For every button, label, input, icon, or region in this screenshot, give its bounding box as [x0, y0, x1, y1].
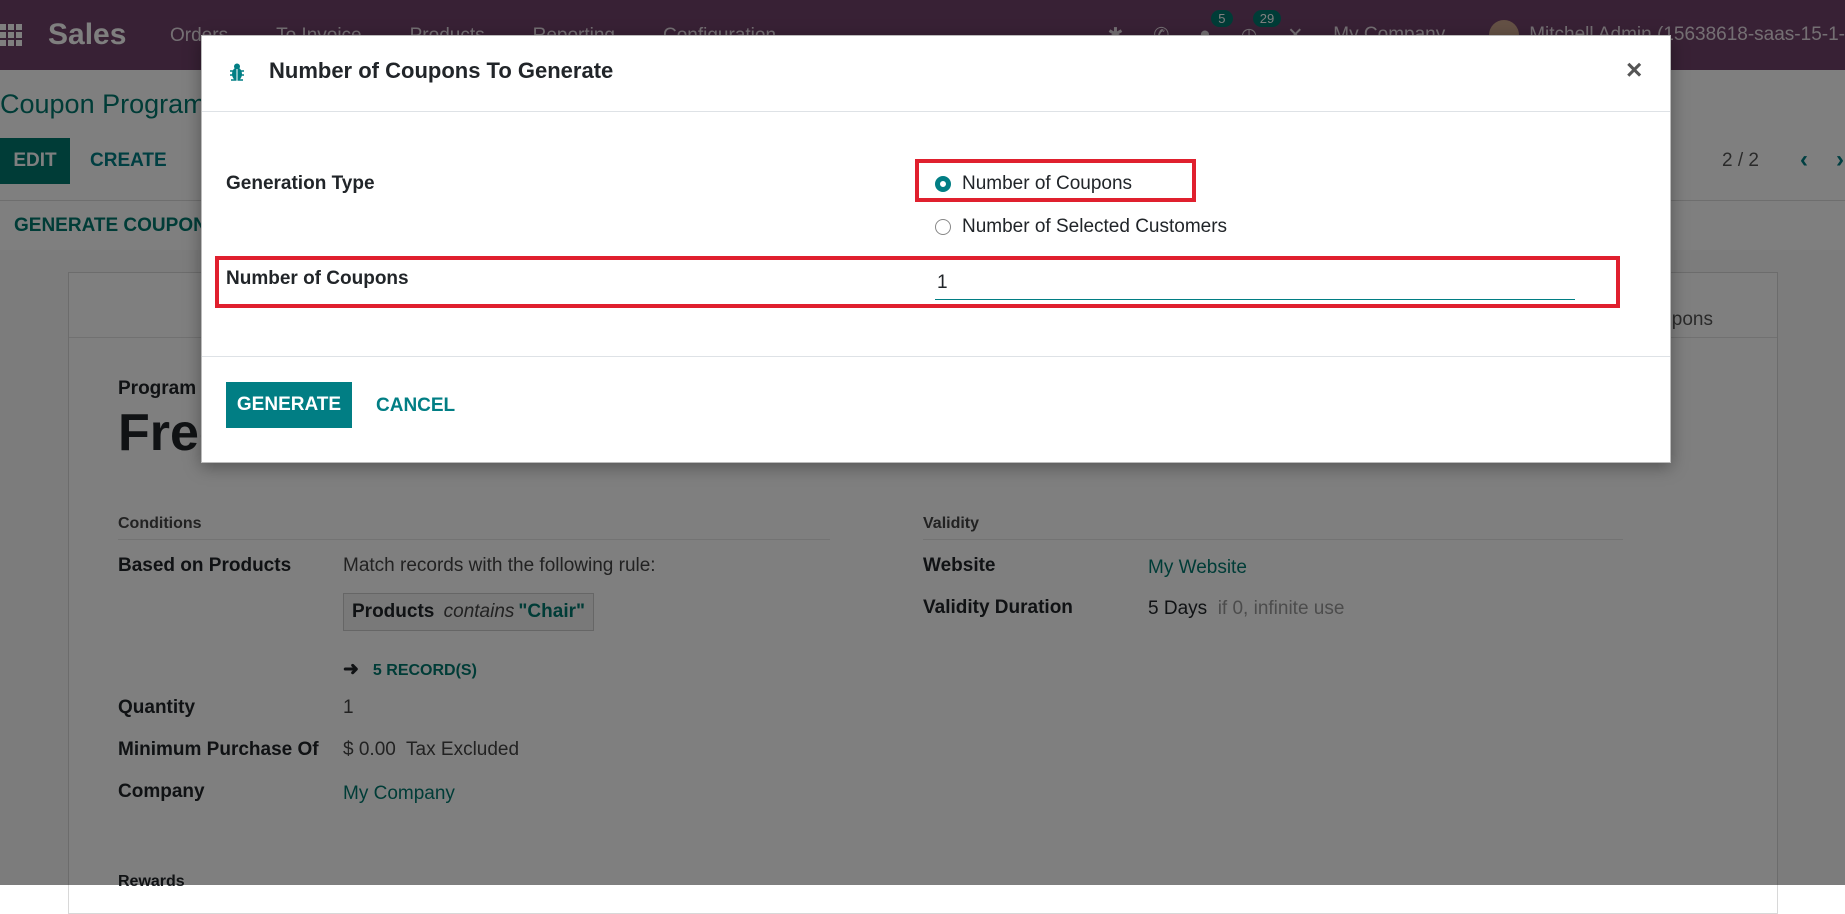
close-icon[interactable]: × — [1626, 54, 1642, 86]
highlight-box-generation-type — [915, 159, 1196, 202]
generate-coupons-dialog: Number of Coupons To Generate × Generati… — [201, 35, 1671, 463]
cancel-button[interactable]: CANCEL — [376, 395, 455, 417]
modal-title: Number of Coupons To Generate — [269, 58, 614, 83]
bug-icon — [230, 63, 244, 81]
highlight-box-number-of-coupons — [215, 256, 1620, 308]
modal-footer: GENERATE CANCEL — [202, 356, 1670, 463]
generate-button[interactable]: GENERATE — [226, 382, 352, 428]
generation-type-label: Generation Type — [226, 173, 375, 194]
radio-label-selected-customers: Number of Selected Customers — [962, 216, 1228, 237]
modal-header: Number of Coupons To Generate × — [202, 36, 1670, 112]
radio-button[interactable] — [935, 219, 951, 235]
radio-number-of-selected-customers[interactable]: Number of Selected Customers — [935, 216, 1227, 238]
